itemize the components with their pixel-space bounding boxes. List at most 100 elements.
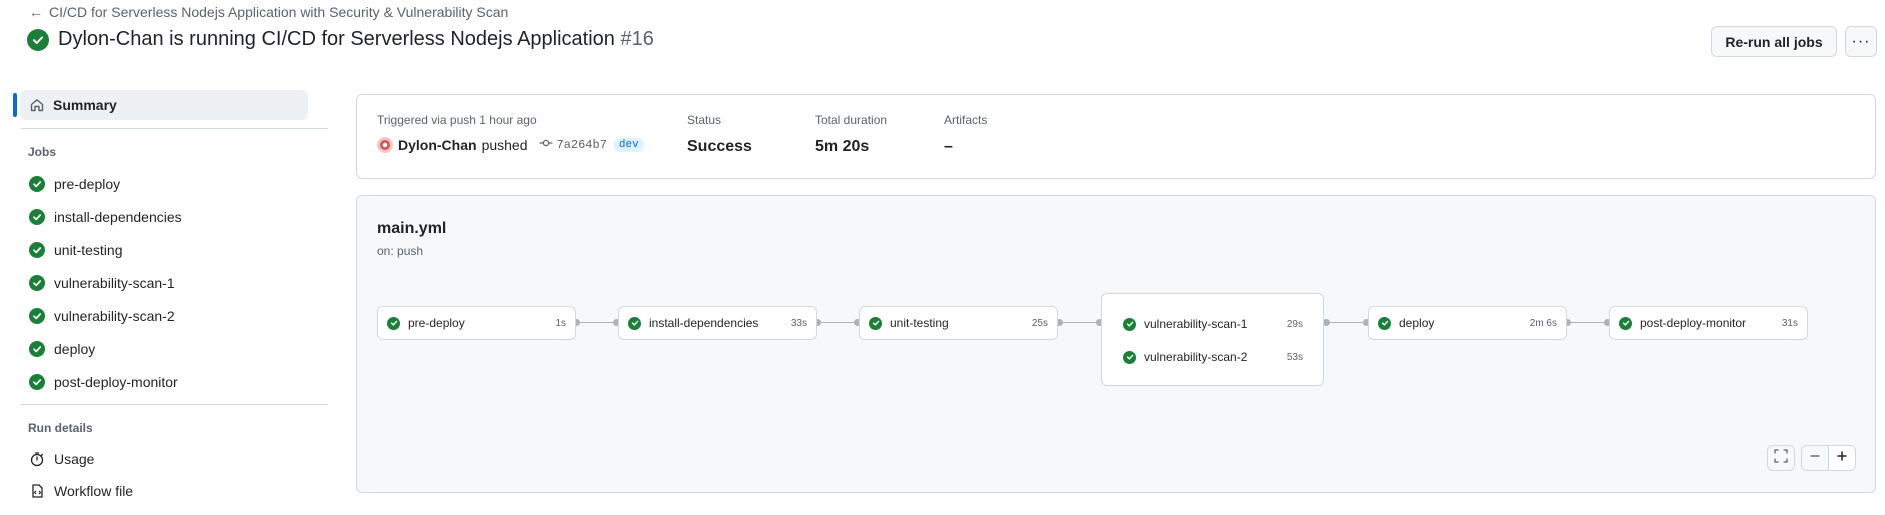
job-node-label: post-deploy-monitor — [1640, 316, 1747, 330]
success-check-icon — [29, 307, 45, 324]
jobs-heading: Jobs — [28, 145, 57, 159]
success-check-icon — [387, 316, 400, 330]
sidebar-job-label: pre-deploy — [54, 175, 121, 192]
job-node-duration: 1s — [555, 317, 566, 329]
sidebar-job-vulnerability-scan-1[interactable]: vulnerability-scan-1 — [13, 266, 318, 299]
sidebar-item-usage-label: Usage — [54, 451, 95, 467]
success-check-icon — [29, 373, 45, 390]
commit-icon — [539, 138, 553, 152]
trigger-row: Dylon-Chan pushed 7a264b7 dev — [377, 137, 644, 153]
run-summary-card: Triggered via push 1 hour ago Dylon-Chan… — [356, 94, 1876, 179]
plus-icon — [1836, 449, 1848, 467]
sidebar-job-label: vulnerability-scan-1 — [54, 274, 175, 291]
job-node-duration: 53s — [1286, 351, 1303, 363]
connector-dot — [1323, 319, 1330, 326]
workflow-file-title: main.yml — [377, 220, 447, 237]
artifacts-value: – — [944, 138, 953, 155]
page-title-row: Dylon-Chan is running CI/CD for Serverle… — [27, 28, 654, 51]
sidebar: Summary Jobs pre-deploy install-dependen… — [13, 90, 328, 507]
kebab-icon: ··· — [1851, 32, 1871, 50]
sidebar-job-label: install-dependencies — [54, 208, 182, 225]
duration-info: Total duration 5m 20s — [815, 113, 887, 156]
sidebar-item-summary[interactable]: Summary — [13, 90, 308, 120]
sidebar-job-label: deploy — [54, 340, 96, 357]
sidebar-job-post-deploy-monitor[interactable]: post-deploy-monitor — [13, 365, 318, 398]
sidebar-divider — [21, 404, 328, 405]
sidebar-divider — [21, 128, 328, 129]
duration-value: 5m 20s — [815, 138, 870, 155]
fullscreen-button[interactable] — [1767, 445, 1795, 471]
sidebar-job-deploy[interactable]: deploy — [13, 332, 318, 365]
home-icon — [29, 97, 45, 113]
success-check-icon — [1378, 316, 1391, 330]
artifacts-label: Artifacts — [944, 113, 988, 127]
back-link[interactable]: ← CI/CD for Serverless Nodejs Applicatio… — [29, 4, 508, 20]
success-check-icon — [869, 316, 882, 330]
job-node-label: install-dependencies — [649, 316, 759, 330]
success-check-icon — [1123, 317, 1136, 331]
job-node-duration: 33s — [790, 317, 807, 329]
sidebar-job-label: post-deploy-monitor — [54, 373, 178, 390]
commit-link[interactable]: 7a264b7 — [539, 138, 607, 152]
trigger-info: Triggered via push 1 hour ago Dylon-Chan… — [377, 113, 644, 153]
connector-line — [817, 322, 857, 323]
job-node-vulnerability-scan-2[interactable]: vulnerability-scan-2 53s — [1102, 342, 1323, 372]
commit-sha: 7a264b7 — [556, 138, 607, 152]
arrow-left-icon: ← — [29, 4, 43, 20]
status-label: Status — [687, 113, 722, 127]
minus-icon — [1809, 449, 1821, 467]
sidebar-job-label: vulnerability-scan-2 — [54, 307, 175, 324]
job-node-duration: 31s — [1781, 317, 1798, 329]
sidebar-job-install-dependencies[interactable]: install-dependencies — [13, 200, 318, 233]
sidebar-job-unit-testing[interactable]: unit-testing — [13, 233, 318, 266]
success-check-icon — [628, 316, 641, 330]
job-group-vulnerability-scans: vulnerability-scan-1 29s vulnerability-s… — [1101, 293, 1324, 386]
status-value: Success — [687, 138, 752, 155]
job-node-deploy[interactable]: deploy 2m 6s — [1368, 306, 1567, 340]
trigger-label: Triggered via push 1 hour ago — [377, 113, 537, 127]
connector-line — [1567, 322, 1607, 323]
push-action: pushed — [481, 137, 528, 153]
job-node-duration: 2m 6s — [1529, 317, 1557, 329]
sidebar-item-usage[interactable]: Usage — [13, 443, 318, 475]
connector-line — [1059, 322, 1099, 323]
sidebar-job-pre-deploy[interactable]: pre-deploy — [13, 167, 318, 200]
sidebar-job-label: unit-testing — [54, 241, 123, 258]
status-info: Status Success — [687, 113, 752, 156]
success-check-icon — [1619, 316, 1632, 330]
artifacts-info: Artifacts – — [944, 113, 987, 156]
job-node-vulnerability-scan-1[interactable]: vulnerability-scan-1 29s — [1102, 309, 1323, 339]
success-check-icon — [1123, 350, 1136, 364]
duration-label: Total duration — [815, 113, 888, 127]
job-node-duration: 25s — [1031, 317, 1048, 329]
sidebar-item-workflow-file[interactable]: Workflow file — [13, 475, 318, 507]
sidebar-item-workflow-file-label: Workflow file — [54, 483, 134, 499]
success-check-icon — [29, 241, 45, 258]
rerun-all-jobs-button[interactable]: Re-run all jobs — [1711, 26, 1837, 57]
zoom-out-button[interactable] — [1801, 445, 1829, 471]
success-check-icon — [29, 208, 45, 225]
avatar[interactable] — [377, 137, 393, 153]
more-options-button[interactable]: ··· — [1845, 26, 1877, 57]
job-node-label: vulnerability-scan-1 — [1144, 317, 1248, 331]
back-link-label: CI/CD for Serverless Nodejs Application … — [49, 4, 509, 20]
run-details-heading: Run details — [28, 421, 93, 435]
job-node-pre-deploy[interactable]: pre-deploy 1s — [377, 306, 576, 340]
connector-line — [1326, 322, 1366, 323]
success-check-icon — [29, 340, 45, 357]
user-link[interactable]: Dylon-Chan — [398, 137, 477, 153]
page-title-text: Dylon-Chan is running CI/CD for Serverle… — [58, 28, 615, 50]
job-node-post-deploy-monitor[interactable]: post-deploy-monitor 31s — [1609, 306, 1808, 340]
run-number: #16 — [620, 28, 654, 50]
job-node-install-dependencies[interactable]: install-dependencies 33s — [618, 306, 817, 340]
page-title: Dylon-Chan is running CI/CD for Serverle… — [58, 28, 654, 51]
zoom-in-button[interactable] — [1828, 445, 1856, 471]
job-node-label: pre-deploy — [408, 316, 465, 330]
success-check-icon — [29, 175, 45, 192]
success-check-icon — [27, 28, 49, 51]
sidebar-job-vulnerability-scan-2[interactable]: vulnerability-scan-2 — [13, 299, 318, 332]
sidebar-item-summary-label: Summary — [53, 97, 117, 113]
job-node-unit-testing[interactable]: unit-testing 25s — [859, 306, 1058, 340]
branch-badge[interactable]: dev — [613, 138, 644, 152]
connector-line — [576, 322, 616, 323]
